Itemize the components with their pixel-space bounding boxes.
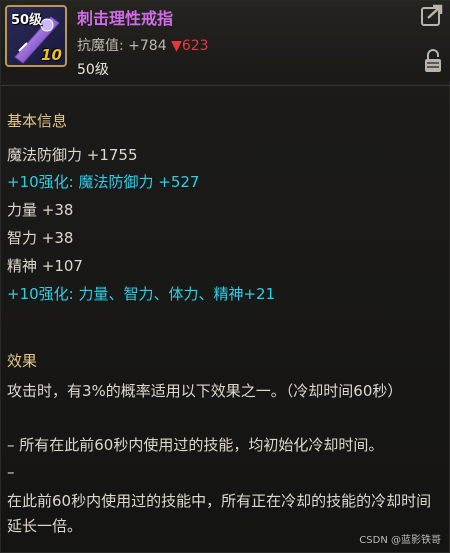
tooltip-header: 50级 10 刺击理性戒指 抗魔值: +784 ▼623 50级 [1,1,450,81]
stat-strength: 力量 +38 [7,201,74,219]
item-level-tag: 50级 [11,13,43,28]
stat-spirit: 精神 +107 [7,257,83,275]
share-icon[interactable] [421,4,443,26]
resist-label: 抗魔值: [77,38,124,54]
stat-intelligence: 智力 +38 [7,229,74,247]
stat-magic-defense: 魔法防御力 +1755 [7,146,138,164]
stat-enhance-all: +10强化: 力量、智力、体力、精神+21 [7,285,276,303]
item-level: 50级 [77,62,109,78]
enhance-level-tag: 10 [41,46,62,64]
resist-value: +784 [128,38,167,54]
lock-icon[interactable] [424,49,442,73]
item-tooltip: 50级 10 刺击理性戒指 抗魔值: +784 ▼623 50级 基本信息 魔法… [0,0,450,553]
resist-decrease: ▼623 [171,38,209,54]
effect-description: 攻击时，有3%的概率适用以下效果之一。（冷却时间60秒） [7,382,403,400]
watermark: CSDN @蓝影铁哥 [359,535,441,546]
basic-info-heading: 基本信息 [7,112,68,130]
effect-heading: 效果 [7,352,38,370]
stat-enhance-magic-defense: +10强化: 魔法防御力 +527 [7,173,200,191]
item-name: 刺击理性戒指 [77,9,174,28]
effect-option-1: – 所有在此前60秒内使用过的技能，均初始化冷却时间。 [7,436,384,454]
header-divider [1,85,450,86]
resist-value-row: 抗魔值: +784 ▼623 [77,35,209,55]
ring-item-icon: 50级 10 [5,5,67,67]
effect-separator: – [7,463,15,481]
